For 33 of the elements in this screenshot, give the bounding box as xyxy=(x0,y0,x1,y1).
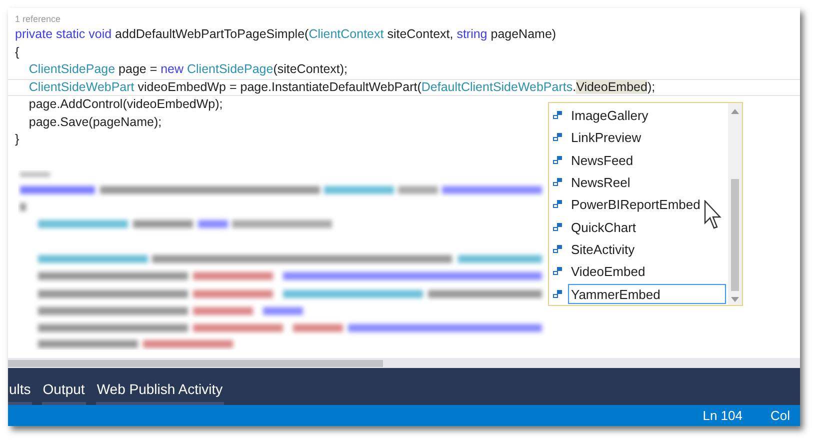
code-line: page.Save(pageName); xyxy=(28,114,162,131)
scroll-down-icon[interactable] xyxy=(731,297,739,302)
enum-member-icon xyxy=(553,245,562,254)
completion-item[interactable]: YammerEmbed xyxy=(568,284,726,304)
code-line: { xyxy=(15,44,20,61)
scroll-up-icon[interactable] xyxy=(731,109,739,114)
completion-item[interactable]: SiteActivity xyxy=(568,239,728,260)
status-text: Ln 104 xyxy=(702,406,742,425)
completion-item[interactable]: PowerBIReportEmbed xyxy=(568,194,728,214)
completion-item[interactable]: NewsReel xyxy=(568,172,728,192)
enum-member-icon xyxy=(553,267,562,276)
enum-member-icon xyxy=(553,178,562,186)
enum-member-icon xyxy=(553,200,562,208)
code-line: page.AddControl(videoEmbedWp); xyxy=(28,96,223,113)
enum-member-icon xyxy=(553,133,562,142)
completion-item[interactable]: LinkPreview xyxy=(568,127,728,148)
completion-item[interactable]: ImageGallery xyxy=(568,105,728,126)
code-line: ClientSidePage page = new ClientSidePage(siteContext); xyxy=(28,61,348,78)
enum-member-icon xyxy=(553,222,562,231)
code-line: ClientSideWebPart videoEmbedWp = page.InstantiateDefaultWebPart(DefaultClientSideWebParts.VideoEmbed); xyxy=(15,78,656,96)
completion-item[interactable]: VideoEmbed xyxy=(568,261,728,282)
enum-member-icon xyxy=(553,111,562,120)
status-text: Col xyxy=(770,406,790,425)
horizontal-scrollbar-thumb[interactable] xyxy=(8,360,383,366)
completion-item[interactable]: QuickChart xyxy=(568,216,728,237)
enum-member-icon xyxy=(553,156,562,164)
enum-member-icon xyxy=(553,290,562,298)
code-line: } xyxy=(15,131,20,148)
completion-item[interactable]: NewsFeed xyxy=(568,150,728,170)
pointer-icon xyxy=(704,200,724,230)
scrollbar-thumb[interactable] xyxy=(731,179,739,291)
vertical-scrollbar[interactable] xyxy=(728,103,742,305)
code-line: private static void addDefaultWebPartToPageSimple(ClientContext siteContext, string pageName) xyxy=(15,26,556,43)
